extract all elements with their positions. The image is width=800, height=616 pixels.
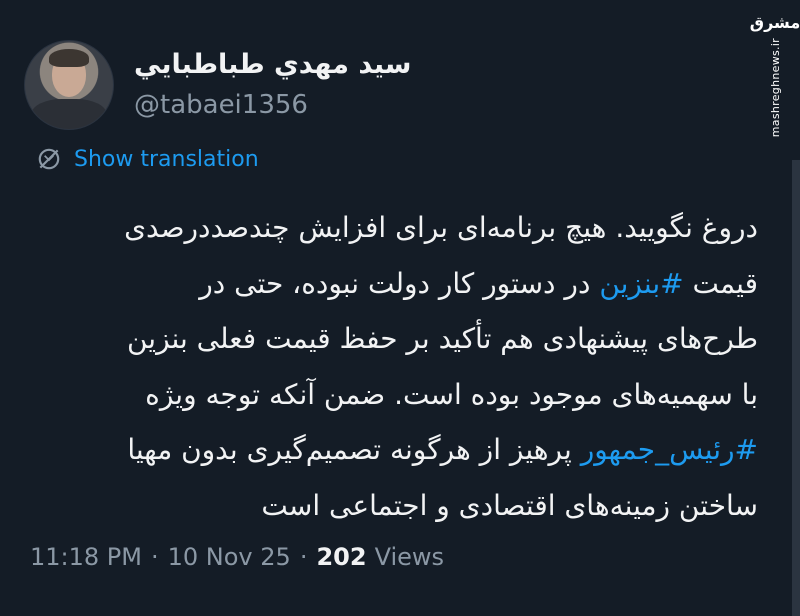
- views-count: 202: [316, 543, 367, 571]
- tweet-line-4: با سهمیه‌های موجود بوده است. ضمن آنکه تو…: [145, 377, 758, 411]
- avatar[interactable]: [24, 40, 114, 130]
- avatar-hair: [49, 49, 89, 67]
- hashtag-president[interactable]: #رئیس_جمهور: [581, 433, 758, 466]
- tweet-date[interactable]: 10 Nov 25: [168, 543, 291, 571]
- tweet-line-6: ساختن زمینه‌های اقتصادی و اجتماعی است: [261, 488, 758, 522]
- meta-separator: ·: [299, 543, 308, 571]
- show-translation-label[interactable]: Show translation: [74, 147, 259, 172]
- watermark-logo: مشرق: [749, 13, 800, 32]
- globe-icon: [38, 148, 60, 170]
- tweet-line-5: #رئیس_جمهور پرهیز از هرگونه تصمیم‌گیری ب…: [28, 422, 758, 478]
- tweet-line-5-post: پرهیز از هرگونه تصمیم‌گیری بدون مهیا: [127, 433, 581, 466]
- tweet-time[interactable]: 11:18 PM: [30, 543, 142, 571]
- author-names: سيد مهدي طباطبايي @tabaei1356: [134, 46, 412, 124]
- hashtag-benzin[interactable]: #بنزین: [599, 267, 683, 300]
- meta-separator: ·: [150, 543, 159, 571]
- watermark-site: mashreghnews.ir: [768, 38, 782, 138]
- tweet-line-2-pre: قیمت: [683, 266, 758, 300]
- tweet-line-1: دروغ نگویید. هیچ برنامه‌ای برای افزایش چ…: [124, 211, 758, 244]
- tweet-line-3: طرح‌های پیشنهادی هم تأکید بر حفظ قیمت فع…: [126, 322, 758, 355]
- tweet-meta: 11:18 PM · 10 Nov 25 · 202 Views: [30, 543, 444, 571]
- tweet-header: سيد مهدي طباطبايي @tabaei1356: [24, 40, 724, 130]
- tweet-text: دروغ نگویید. هیچ برنامه‌ای برای افزایش چ…: [28, 200, 758, 533]
- show-translation-button[interactable]: Show translation: [36, 146, 259, 172]
- tweet-line-2-post: در دستور کار دولت نبوده، حتی در: [199, 266, 600, 300]
- author-display-name[interactable]: سيد مهدي طباطبايي: [134, 46, 412, 84]
- author-handle[interactable]: @tabaei1356: [134, 86, 412, 124]
- views-label: Views: [374, 543, 445, 571]
- tweet-line-2: قیمت #بنزین در دستور کار دولت نبوده، حتی…: [28, 256, 758, 312]
- watermark: مشرق mashreghnews.ir: [750, 14, 800, 138]
- avatar-body: [31, 99, 107, 129]
- scrollbar[interactable]: [792, 160, 800, 616]
